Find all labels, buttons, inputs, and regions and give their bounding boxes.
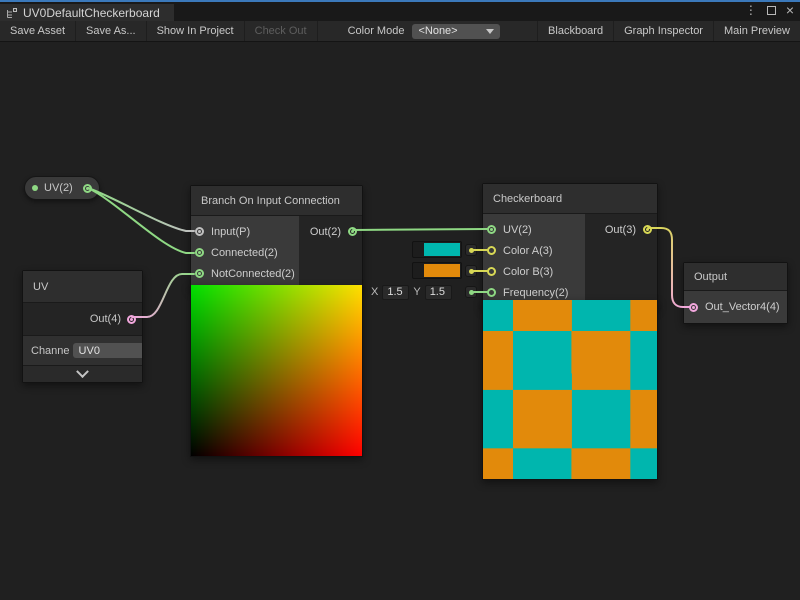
port-checker-out[interactable] <box>643 225 652 234</box>
frequency-connector-dot <box>465 286 477 298</box>
port-checker-uv[interactable] <box>487 225 496 234</box>
node-checkerboard[interactable]: Checkerboard UV(2) Color A(3) Color B(3) <box>482 183 658 309</box>
port-branch-out[interactable] <box>348 227 357 236</box>
color-mode-group: Color Mode <None> <box>348 21 501 41</box>
port-label: Color A(3) <box>503 245 553 257</box>
color-a-connector-dot <box>465 244 477 256</box>
port-label: UV(2) <box>503 224 532 236</box>
port-label: NotConnected(2) <box>211 268 295 280</box>
port-frequency[interactable] <box>487 288 496 297</box>
toolbar: Save Asset Save As... Show In Project Ch… <box>0 21 800 42</box>
channel-value: UV0 <box>79 345 100 357</box>
frequency-x-input[interactable]: 1.5 <box>382 285 409 300</box>
tab-graph-asset[interactable]: UV0DefaultCheckerboard <box>0 4 174 21</box>
branch-inputs: Input(P) Connected(2) NotConnected(2) <box>191 216 299 289</box>
port-label: Input(P) <box>211 226 250 238</box>
maximize-icon[interactable] <box>767 6 776 15</box>
port-connected[interactable] <box>195 248 204 257</box>
channel-dropdown[interactable]: UV0 <box>73 343 142 358</box>
tab-title: UV0DefaultCheckerboard <box>23 6 160 20</box>
menu-icon[interactable]: ⋮ <box>745 3 757 17</box>
frequency-field: X 1.5 Y 1.5 <box>371 284 452 300</box>
branch-outputs: Out(2) <box>299 216 362 289</box>
pill-label: UV(2) <box>44 182 73 194</box>
chevron-down-icon <box>76 365 89 378</box>
shader-graph-icon <box>6 7 18 19</box>
color-mode-value: <None> <box>418 25 457 37</box>
port-color-a[interactable] <box>487 246 496 255</box>
color-b-swatch-field[interactable] <box>412 262 462 279</box>
port-out-vector4[interactable] <box>689 303 698 312</box>
port-label: Out(3) <box>605 224 636 236</box>
color-a-swatch <box>424 243 460 256</box>
port-color-b[interactable] <box>487 267 496 276</box>
frequency-x-label: X <box>371 286 378 298</box>
show-in-project-button[interactable]: Show In Project <box>147 21 245 41</box>
window-controls: ⋮ × <box>745 3 794 17</box>
color-a-swatch-field[interactable] <box>412 241 462 258</box>
graph-canvas[interactable]: UV(2) Branch On Input Connection Input(P… <box>0 43 800 600</box>
port-label: Out(2) <box>310 226 341 238</box>
edge-branchout-to-checkeruv <box>353 229 487 230</box>
frequency-y-input[interactable]: 1.5 <box>425 285 452 300</box>
close-icon[interactable]: × <box>786 3 794 17</box>
color-b-connector-dot <box>465 265 477 277</box>
edge-uv2-to-connected <box>88 188 194 253</box>
main-preview-toggle-button[interactable]: Main Preview <box>713 21 800 41</box>
checkerboard-outputs: Out(3) <box>585 214 657 308</box>
node-uv[interactable]: UV Out(4) Channe UV0 <box>22 270 143 383</box>
frequency-y-label: Y <box>413 286 420 298</box>
save-asset-button[interactable]: Save Asset <box>0 21 76 41</box>
preview-collapse-toggle[interactable] <box>23 366 142 382</box>
port-notconnected[interactable] <box>195 269 204 278</box>
port-uv2-out[interactable] <box>83 184 92 193</box>
node-title: UV <box>23 271 142 303</box>
port-label: Out_Vector4(4) <box>705 301 780 313</box>
node-branch-on-input-connection[interactable]: Branch On Input Connection Input(P) Conn… <box>190 185 363 290</box>
color-b-swatch <box>424 264 460 277</box>
graph-inspector-toggle-button[interactable]: Graph Inspector <box>613 21 713 41</box>
color-mode-dropdown[interactable]: <None> <box>412 24 500 39</box>
node-uv2-pill[interactable]: UV(2) <box>24 176 100 200</box>
save-as-button[interactable]: Save As... <box>76 21 147 41</box>
port-uv-out4[interactable] <box>127 315 136 324</box>
node-title: Branch On Input Connection <box>191 186 362 216</box>
port-label: Connected(2) <box>211 247 278 259</box>
channel-label: Channe <box>31 345 70 357</box>
toolbar-spacer <box>500 21 537 41</box>
node-output[interactable]: Output Out_Vector4(4) <box>683 262 788 324</box>
property-dot-icon <box>32 185 38 191</box>
checkerboard-inputs: UV(2) Color A(3) Color B(3) Frequency(2) <box>483 214 585 308</box>
edge-uv2-to-input <box>88 188 194 231</box>
color-mode-label: Color Mode <box>348 25 405 37</box>
branch-uv-preview <box>190 285 363 457</box>
dropdown-arrow-icon <box>486 29 494 34</box>
node-title: Checkerboard <box>483 184 657 214</box>
check-out-button: Check Out <box>245 21 318 41</box>
port-input-p[interactable] <box>195 227 204 236</box>
port-label: Out(4) <box>90 313 121 325</box>
shader-graph-window: UV0DefaultCheckerboard ⋮ × Save Asset Sa… <box>0 0 800 600</box>
blackboard-toggle-button[interactable]: Blackboard <box>537 21 613 41</box>
tab-bar: UV0DefaultCheckerboard ⋮ × <box>0 2 800 21</box>
checkerboard-preview <box>482 300 658 480</box>
port-label: Color B(3) <box>503 266 553 278</box>
port-label: Frequency(2) <box>503 287 568 299</box>
node-title: Output <box>684 263 787 291</box>
